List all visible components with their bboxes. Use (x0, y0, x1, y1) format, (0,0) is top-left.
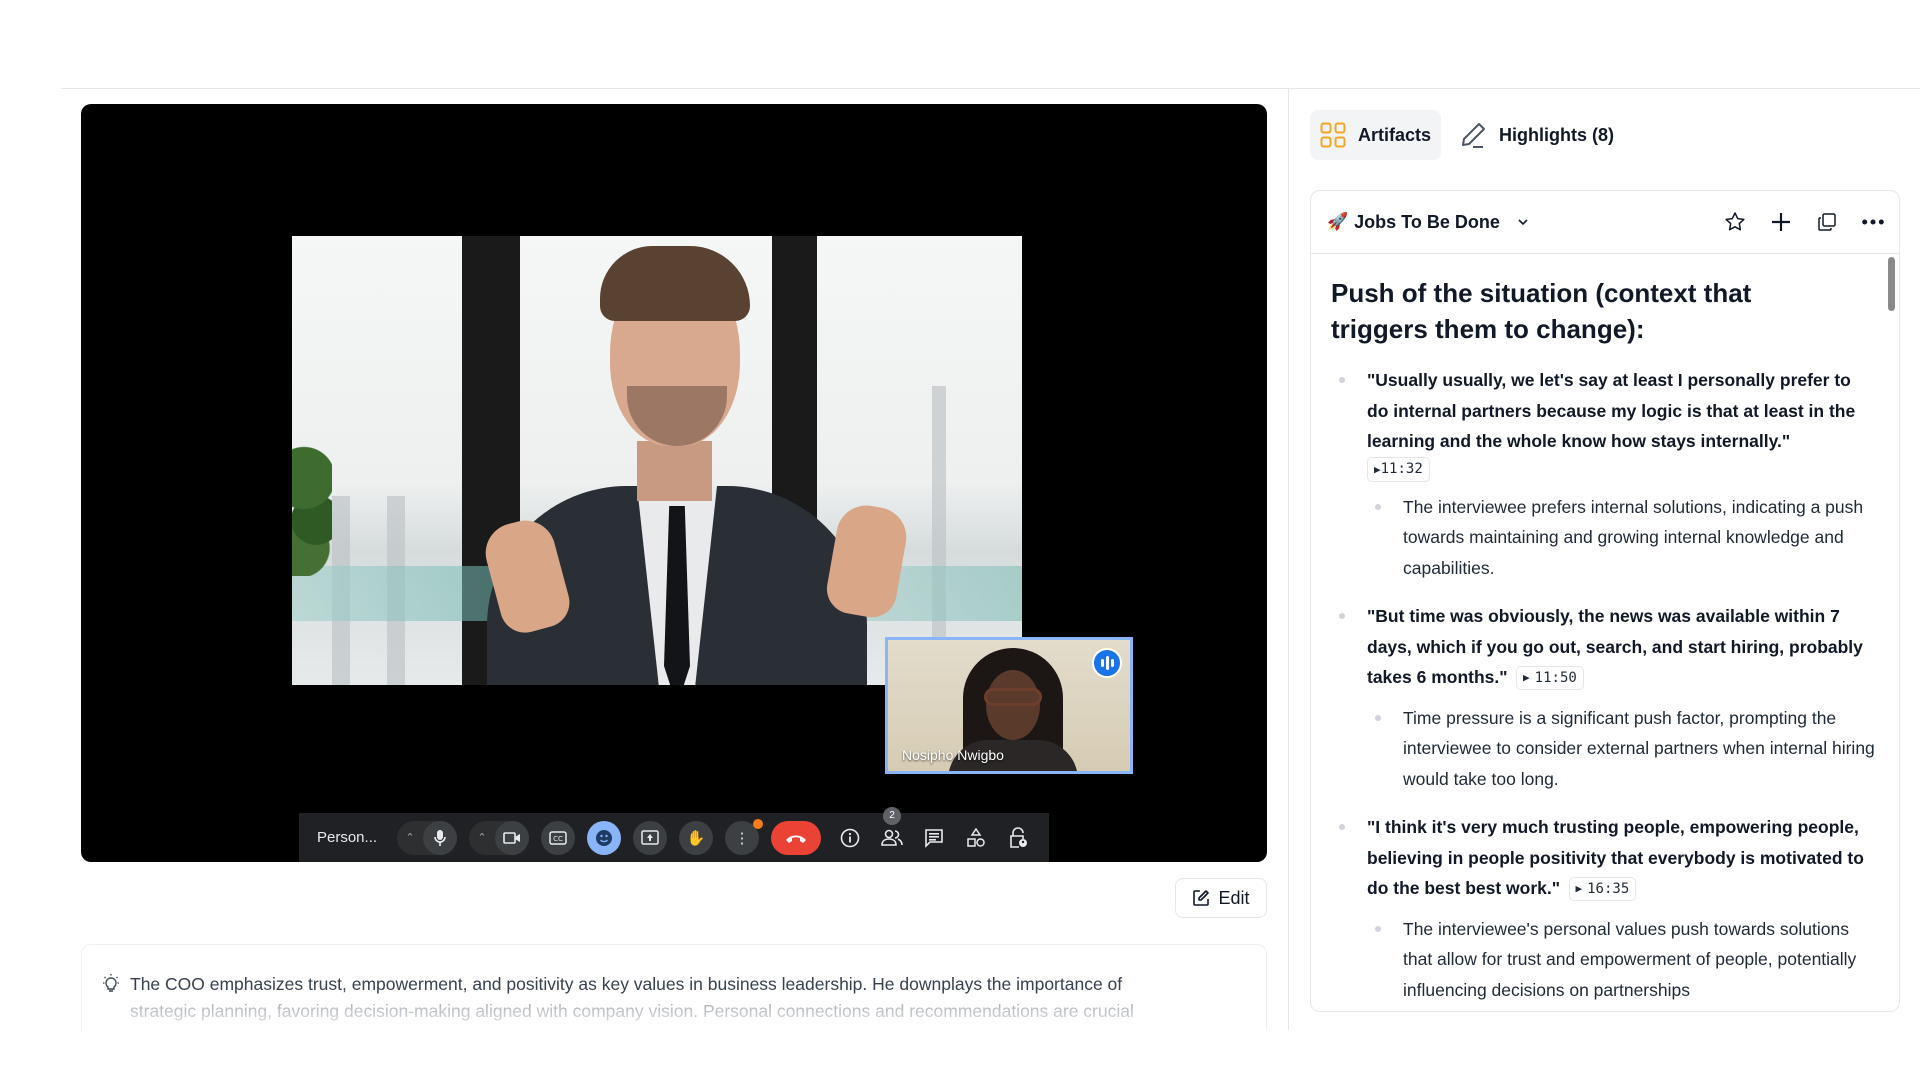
artifact-card-header: 🚀 Jobs To Be Done (1311, 191, 1899, 254)
lightbulb-icon (103, 974, 119, 992)
background-plant (292, 436, 332, 576)
insight-text: The interviewee's personal values push t… (1403, 918, 1857, 1000)
tab-highlights-label: Highlights (8) (1499, 124, 1615, 145)
notification-dot (753, 818, 763, 829)
insight-text: The interviewee prefers internal solutio… (1403, 496, 1864, 578)
insight-item: The interviewee prefers internal solutio… (1367, 492, 1875, 584)
artifact-title: Jobs To Be Done (1354, 211, 1500, 232)
quote-text: "But time was obviously, the news was av… (1367, 606, 1863, 687)
grid-icon (1320, 122, 1346, 148)
insight-text: Time pressure is a significant push fact… (1403, 707, 1875, 789)
artifact-card: 🚀 Jobs To Be Done Push of the situation … (1310, 190, 1900, 1012)
quote-text: "Usually usually, we let's say at least … (1367, 370, 1856, 451)
plus-icon[interactable] (1769, 210, 1793, 234)
svg-text:CC: CC (553, 835, 563, 843)
more-vertical-icon[interactable]: ⋮ (725, 818, 763, 855)
bottom-fade (0, 1030, 1920, 1080)
artifact-selector[interactable]: 🚀 Jobs To Be Done (1327, 212, 1723, 233)
summary-card: The COO emphasizes trust, empowerment, a… (81, 944, 1267, 1044)
summary-line-1: The COO emphasizes trust, empowerment, a… (130, 974, 1123, 994)
timestamp-button[interactable]: ▶ 16:35 (1568, 877, 1637, 901)
rocket-icon: 🚀 (1327, 212, 1349, 231)
section-heading: Push of the situation (context that trig… (1331, 278, 1752, 344)
edit-button[interactable]: Edit (1175, 878, 1267, 918)
artifact-content: Push of the situation (context that trig… (1311, 255, 1899, 1011)
timestamp-value: 16:35 (1587, 881, 1630, 897)
main-speaker-feed (292, 236, 1022, 685)
presenter-label[interactable]: Person... (317, 829, 397, 846)
audio-active-icon (1092, 648, 1122, 678)
hand-icon[interactable]: ✋ (679, 820, 713, 855)
chevron-up-icon[interactable]: ⌃ (469, 821, 495, 855)
speaker-hair (600, 246, 750, 321)
people-icon[interactable]: 2 (875, 806, 909, 855)
edit-icon (1193, 890, 1210, 906)
copy-icon[interactable] (1815, 210, 1839, 234)
play-icon: ▶ (1374, 462, 1381, 476)
chevron-down-icon (1518, 219, 1528, 226)
quote-item: "I think it's very much trusting people,… (1331, 812, 1875, 1005)
emoji-icon[interactable] (587, 820, 621, 855)
quote-item: "But time was obviously, the news was av… (1331, 601, 1875, 794)
panel-tabs: Artifacts Highlights (8) (1310, 110, 1624, 160)
star-icon[interactable] (1723, 210, 1747, 234)
timestamp-button[interactable]: ▶ 11:50 (1516, 666, 1584, 690)
timestamp-button[interactable]: ▶11:32 (1367, 456, 1430, 482)
summary-line-2: strategic planning, favoring decision-ma… (130, 1001, 1134, 1021)
pen-icon (1462, 123, 1486, 148)
panel-divider (1288, 89, 1289, 1080)
timestamp-value: 11:50 (1534, 670, 1577, 686)
chat-icon[interactable] (917, 821, 951, 855)
header-divider (61, 88, 1920, 89)
play-icon: ▶ (1523, 671, 1530, 684)
mic-icon[interactable] (423, 820, 457, 855)
participant-glasses (984, 688, 1042, 706)
timestamp-value: 11:32 (1380, 460, 1423, 477)
people-count-badge: 2 (883, 806, 901, 825)
speaker-neck (637, 441, 712, 501)
camera-control: ⌃ (469, 820, 529, 855)
self-view-tile[interactable]: Nosipho Nwigbo (885, 637, 1133, 774)
tab-artifacts[interactable]: Artifacts (1310, 110, 1442, 160)
cc-icon[interactable]: CC (541, 820, 575, 855)
videocam-icon[interactable] (495, 820, 529, 855)
edit-label: Edit (1218, 887, 1250, 908)
present-screen-icon[interactable] (633, 820, 667, 855)
play-icon: ▶ (1575, 882, 1583, 895)
quote-list: "Usually usually, we let's say at least … (1331, 365, 1875, 1005)
tab-highlights[interactable]: Highlights (8) (1449, 110, 1624, 160)
video-player[interactable]: Nosipho Nwigbo Person... ⌃ ⌃ CC ✋ ⋮ 2 (81, 104, 1267, 862)
chevron-up-icon[interactable]: ⌃ (397, 821, 423, 855)
insight-item: The interviewee's personal values push t… (1367, 914, 1875, 1006)
mic-control: ⌃ (397, 820, 457, 855)
insight-item: Time pressure is a significant push fact… (1367, 703, 1875, 795)
quote-item: "Usually usually, we let's say at least … (1331, 365, 1875, 583)
participant-name: Nosipho Nwigbo (902, 747, 1004, 763)
shapes-icon[interactable] (959, 821, 993, 855)
more-horizontal-icon[interactable] (1861, 210, 1885, 234)
tab-artifacts-label: Artifacts (1358, 124, 1432, 145)
info-icon[interactable] (833, 821, 867, 855)
call-end-icon[interactable] (771, 820, 821, 855)
lock-person-icon[interactable] (1001, 821, 1035, 855)
call-toolbar: Person... ⌃ ⌃ CC ✋ ⋮ 2 (299, 806, 1049, 862)
summary-text: The COO emphasizes trust, empowerment, a… (130, 971, 1134, 1025)
